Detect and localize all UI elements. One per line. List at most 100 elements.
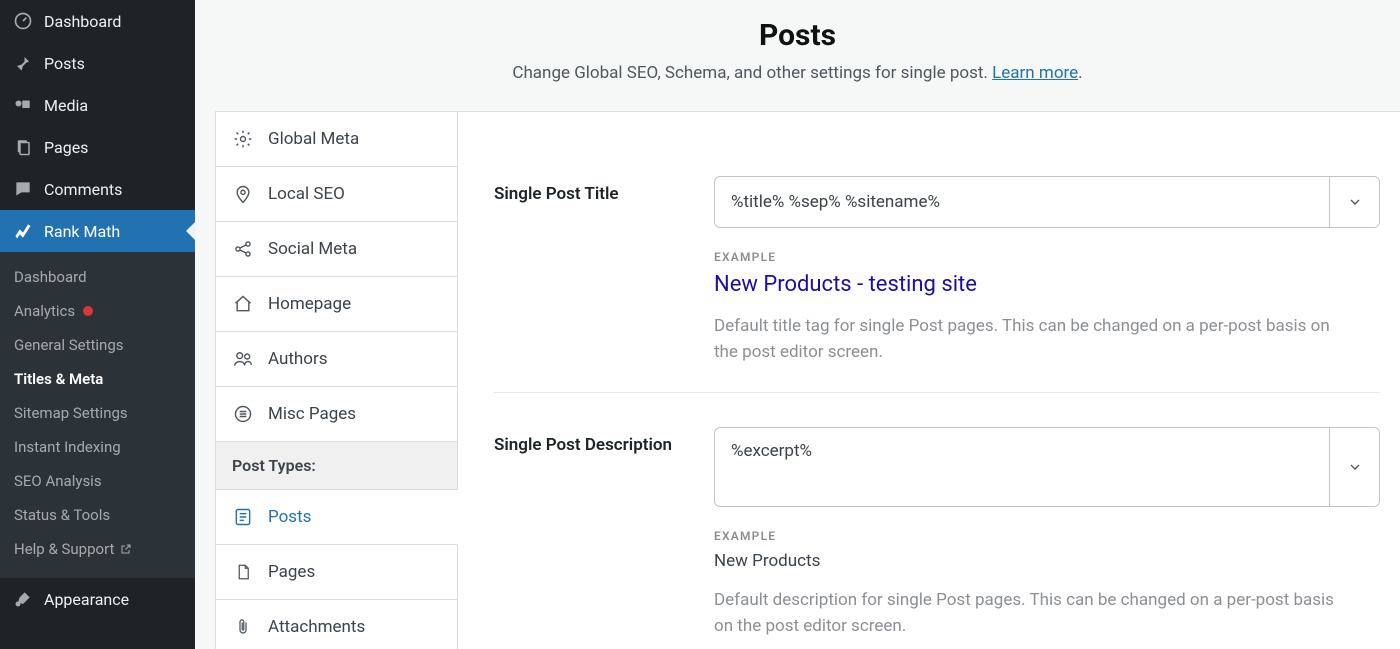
tab-label: Posts (268, 507, 311, 527)
paperclip-icon (232, 616, 254, 638)
sidebar-item-label: Posts (44, 54, 85, 73)
tab-label: Social Meta (268, 239, 357, 259)
notification-dot-icon (83, 306, 93, 316)
single-post-title-input[interactable] (715, 177, 1329, 227)
chevron-down-icon (1347, 194, 1363, 210)
sidebar-item-comments[interactable]: Comments (0, 168, 195, 210)
page-icon (232, 561, 254, 583)
single-post-description-input[interactable] (715, 428, 1329, 506)
sidebar-item-pages[interactable]: Pages (0, 126, 195, 168)
settings-panel: Global Meta Local SEO Social Meta Homepa… (215, 111, 1400, 649)
submenu-label: Status & Tools (14, 506, 110, 524)
tab-label: Pages (268, 562, 315, 582)
post-icon (232, 506, 254, 528)
submenu-instant-indexing[interactable]: Instant Indexing (0, 430, 195, 464)
form-row-single-post-title: Single Post Title EXAMPLE New Products -… (494, 140, 1380, 393)
rank-math-submenu: Dashboard Analytics General Settings Tit… (0, 252, 195, 578)
submenu-label: Sitemap Settings (14, 404, 128, 422)
sidebar-item-posts[interactable]: Posts (0, 42, 195, 84)
chevron-down-icon (1347, 459, 1363, 475)
sidebar-item-label: Appearance (44, 590, 129, 609)
submenu-label: Instant Indexing (14, 438, 121, 456)
sidebar-item-label: Dashboard (44, 12, 121, 31)
sidebar-item-appearance[interactable]: Appearance (0, 578, 195, 620)
field-help-text: Default description for single Post page… (714, 587, 1354, 640)
tab-posts[interactable]: Posts (216, 490, 458, 545)
sidebar-item-rank-math[interactable]: Rank Math (0, 210, 195, 252)
submenu-label: General Settings (14, 336, 124, 354)
tab-homepage[interactable]: Homepage (216, 277, 457, 332)
users-icon (232, 348, 254, 370)
sidebar-item-label: Media (44, 96, 88, 115)
sidebar-item-label: Comments (44, 180, 122, 199)
variables-dropdown-button[interactable] (1329, 177, 1379, 227)
variables-dropdown-button[interactable] (1329, 428, 1379, 506)
submenu-label: Titles & Meta (14, 370, 103, 388)
page-subtitle: Change Global SEO, Schema, and other set… (225, 63, 1370, 83)
description-input-wrap (714, 427, 1380, 507)
page-subtitle-period: . (1078, 63, 1082, 83)
submenu-label: SEO Analysis (14, 472, 102, 490)
brush-icon (12, 588, 34, 610)
submenu-titles-meta[interactable]: Titles & Meta (0, 362, 195, 396)
form-row-single-post-description: Single Post Description EXAMPLE New Prod… (494, 393, 1380, 649)
tab-misc-pages[interactable]: Misc Pages (216, 387, 457, 442)
tab-section-post-types: Post Types: (216, 442, 457, 490)
tab-pages[interactable]: Pages (216, 545, 457, 600)
list-icon (232, 403, 254, 425)
tab-label: Authors (268, 349, 328, 369)
page-subtitle-text: Change Global SEO, Schema, and other set… (512, 63, 992, 83)
sidebar-item-dashboard[interactable]: Dashboard (0, 0, 195, 42)
share-icon (232, 238, 254, 260)
tab-label: Misc Pages (268, 404, 356, 424)
example-label: EXAMPLE (714, 529, 1380, 543)
tab-global-meta[interactable]: Global Meta (216, 112, 457, 167)
gauge-icon (12, 10, 34, 32)
submenu-help-support[interactable]: Help & Support (0, 532, 195, 566)
media-icon (12, 94, 34, 116)
sidebar-item-label: Rank Math (44, 222, 120, 241)
tab-attachments[interactable]: Attachments (216, 600, 457, 649)
title-input-wrap (714, 176, 1380, 228)
settings-tabs: Global Meta Local SEO Social Meta Homepa… (216, 112, 458, 649)
external-link-icon (120, 543, 132, 555)
tab-label: Homepage (268, 294, 351, 314)
submenu-analytics[interactable]: Analytics (0, 294, 195, 328)
field-label: Single Post Title (494, 176, 714, 366)
page-header: Posts Change Global SEO, Schema, and oth… (195, 0, 1400, 111)
submenu-dashboard[interactable]: Dashboard (0, 260, 195, 294)
submenu-sitemap-settings[interactable]: Sitemap Settings (0, 396, 195, 430)
sidebar-item-media[interactable]: Media (0, 84, 195, 126)
wp-admin-sidebar: Dashboard Posts Media Pages Comments Ran… (0, 0, 195, 649)
tab-label: Attachments (268, 617, 365, 637)
gear-icon (232, 128, 254, 150)
pin-icon (12, 52, 34, 74)
example-title-preview: New Products - testing site (714, 272, 1380, 297)
submenu-seo-analysis[interactable]: SEO Analysis (0, 464, 195, 498)
field-label: Single Post Description (494, 427, 714, 640)
tab-label: Local SEO (268, 184, 345, 204)
submenu-label: Dashboard (14, 268, 87, 286)
tab-authors[interactable]: Authors (216, 332, 457, 387)
main-content: Posts Change Global SEO, Schema, and oth… (195, 0, 1400, 649)
submenu-general-settings[interactable]: General Settings (0, 328, 195, 362)
learn-more-link[interactable]: Learn more (992, 63, 1078, 83)
field-help-text: Default title tag for single Post pages.… (714, 313, 1354, 366)
tab-label: Global Meta (268, 129, 359, 149)
tab-social-meta[interactable]: Social Meta (216, 222, 457, 277)
tab-local-seo[interactable]: Local SEO (216, 167, 457, 222)
field-body: EXAMPLE New Products - testing site Defa… (714, 176, 1380, 366)
page-title: Posts (225, 18, 1370, 53)
pages-icon (12, 136, 34, 158)
submenu-label: Analytics (14, 302, 75, 320)
location-pin-icon (232, 183, 254, 205)
home-icon (232, 293, 254, 315)
chart-icon (12, 220, 34, 242)
sidebar-item-label: Pages (44, 138, 88, 157)
submenu-label: Help & Support (14, 540, 114, 558)
comment-icon (12, 178, 34, 200)
example-label: EXAMPLE (714, 250, 1380, 264)
field-body: EXAMPLE New Products Default description… (714, 427, 1380, 640)
example-description-preview: New Products (714, 551, 1380, 571)
submenu-status-tools[interactable]: Status & Tools (0, 498, 195, 532)
